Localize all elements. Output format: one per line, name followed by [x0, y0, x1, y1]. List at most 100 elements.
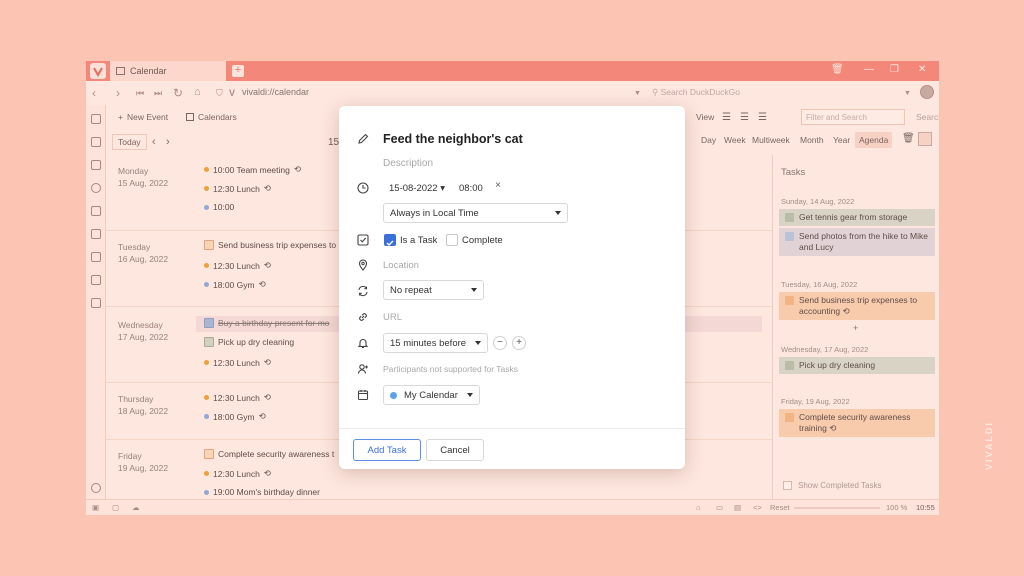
- home-icon[interactable]: ⌂: [194, 86, 201, 98]
- add-reminder-button[interactable]: +: [512, 336, 526, 350]
- task-item[interactable]: Buy a birthday present for mo: [204, 318, 330, 328]
- time-field[interactable]: 08:00: [459, 183, 483, 194]
- url-dropdown-icon[interactable]: ▼: [634, 90, 641, 97]
- maximize-button[interactable]: ❐: [890, 64, 899, 75]
- date-field[interactable]: 15-08-2022 ▾: [389, 183, 445, 194]
- add-task-button[interactable]: Add Task: [353, 439, 421, 461]
- tab-tiling-icon[interactable]: ▢: [112, 503, 119, 512]
- event-item[interactable]: 12:30 Lunch ⟲: [204, 260, 271, 271]
- rewind-icon[interactable]: ⏮: [136, 88, 144, 99]
- task-checkbox-checked[interactable]: [204, 318, 214, 328]
- code-icon[interactable]: <>: [753, 503, 762, 512]
- event-item[interactable]: 12:30 Lunch ⟲: [204, 357, 271, 368]
- translate-icon[interactable]: [91, 252, 101, 262]
- description-input[interactable]: Description: [383, 158, 433, 169]
- trash-icon[interactable]: 🗑: [831, 64, 844, 75]
- show-completed-toggle[interactable]: Show Completed Tasks: [783, 481, 881, 490]
- view-year[interactable]: Year: [833, 135, 850, 145]
- location-input[interactable]: Location: [383, 260, 419, 271]
- window-icon[interactable]: ▭: [716, 503, 723, 512]
- shield-icon[interactable]: ⛉: [216, 88, 223, 99]
- dense-view-icon[interactable]: ☰: [758, 109, 767, 125]
- view-week[interactable]: Week: [724, 135, 746, 145]
- timezone-select[interactable]: Always in Local Time: [383, 203, 568, 223]
- event-item[interactable]: 10:00: [204, 202, 234, 212]
- profile-avatar[interactable]: [920, 85, 934, 99]
- fast-forward-icon[interactable]: ⏭: [154, 88, 162, 99]
- cloud-sync-icon[interactable]: ☁: [132, 503, 140, 512]
- task-checkbox[interactable]: [785, 296, 794, 305]
- event-item[interactable]: 19:00 Mom's birthday dinner: [204, 487, 320, 497]
- forward-icon[interactable]: ›: [116, 86, 120, 100]
- task-title-input[interactable]: Feed the neighbor's cat: [383, 132, 523, 146]
- minimize-button[interactable]: —: [864, 64, 874, 75]
- next-icon[interactable]: ›: [166, 134, 170, 150]
- reminder-select[interactable]: 15 minutes before: [383, 333, 488, 353]
- back-icon[interactable]: ‹: [92, 86, 96, 100]
- event-item[interactable]: 18:00 Gym ⟲: [204, 411, 266, 422]
- calendars-button[interactable]: Calendars: [186, 109, 237, 125]
- bookmarks-icon[interactable]: [91, 114, 101, 124]
- calendar-select[interactable]: My Calendar: [383, 385, 480, 405]
- close-window-button[interactable]: ✕: [918, 64, 926, 75]
- reload-icon[interactable]: ↻: [173, 86, 183, 100]
- task-checkbox[interactable]: [785, 213, 794, 222]
- task-item[interactable]: Send business trip expenses to accountin…: [779, 292, 935, 320]
- task-item[interactable]: Pick up dry cleaning: [204, 337, 294, 347]
- event-item[interactable]: 12:30 Lunch ⟲: [204, 392, 271, 403]
- complete-checkbox[interactable]: [446, 234, 458, 246]
- zoom-slider[interactable]: [794, 507, 880, 509]
- event-item[interactable]: 18:00 Gym ⟲: [204, 279, 266, 290]
- history-icon[interactable]: [91, 183, 101, 193]
- url-field[interactable]: vivaldi://calendar: [242, 87, 309, 97]
- task-checkbox[interactable]: [204, 449, 214, 459]
- vivaldi-logo-icon[interactable]: [90, 63, 106, 79]
- task-checkbox[interactable]: [785, 232, 794, 241]
- cancel-button[interactable]: Cancel: [426, 439, 484, 461]
- panel-toggle-icon[interactable]: ▣: [92, 503, 99, 512]
- url-input[interactable]: URL: [383, 312, 402, 323]
- task-item[interactable]: Send business trip expenses to: [204, 240, 336, 250]
- zoom-reset-button[interactable]: Reset: [770, 503, 790, 512]
- notes-icon[interactable]: [91, 206, 101, 216]
- show-completed-checkbox[interactable]: [783, 481, 792, 490]
- previous-icon[interactable]: ‹: [152, 134, 156, 150]
- task-checkbox[interactable]: [204, 337, 214, 347]
- today-button[interactable]: Today: [112, 134, 147, 150]
- task-item[interactable]: Pick up dry cleaning: [779, 357, 935, 374]
- image-icon[interactable]: ▤: [734, 503, 741, 512]
- toggle-panel-icon[interactable]: [918, 132, 932, 146]
- downloads-icon[interactable]: [91, 160, 101, 170]
- filter-search-input[interactable]: Filter and Search: [801, 109, 905, 125]
- task-checkbox[interactable]: [785, 361, 794, 370]
- settings-gear-icon[interactable]: [91, 483, 101, 493]
- repeat-select[interactable]: No repeat: [383, 280, 484, 300]
- view-agenda[interactable]: Agenda: [855, 132, 893, 148]
- new-tab-button[interactable]: +: [232, 65, 244, 77]
- is-task-checkbox[interactable]: [384, 234, 396, 247]
- capture-icon[interactable]: ⌂: [696, 503, 701, 512]
- tab-calendar[interactable]: Calendar: [110, 61, 226, 81]
- task-item[interactable]: Send photos from the hike to Mike and Lu…: [779, 228, 935, 256]
- add-panel-icon[interactable]: [91, 298, 101, 308]
- delete-icon[interactable]: 🗑: [902, 133, 915, 144]
- calendar-panel-icon[interactable]: [91, 275, 101, 285]
- compact-view-icon[interactable]: ☰: [740, 109, 749, 125]
- search-dropdown-icon[interactable]: ▼: [904, 90, 911, 97]
- view-day[interactable]: Day: [701, 135, 716, 145]
- search-button[interactable]: Search: [916, 109, 939, 125]
- search-field[interactable]: ⚲ Search DuckDuckGo: [652, 87, 740, 98]
- task-item[interactable]: Get tennis gear from storage: [779, 209, 935, 226]
- remove-reminder-button[interactable]: −: [493, 336, 507, 350]
- event-item[interactable]: 12:30 Lunch ⟲: [204, 468, 271, 479]
- add-task-plus-icon[interactable]: +: [853, 323, 858, 333]
- event-item[interactable]: 12:30 Lunch ⟲: [204, 183, 271, 194]
- task-item[interactable]: Complete security awareness t: [204, 449, 334, 459]
- view-multiweek[interactable]: Multiweek: [752, 135, 790, 145]
- view-month[interactable]: Month: [800, 135, 824, 145]
- new-event-button[interactable]: + New Event: [118, 109, 168, 125]
- window-panel-icon[interactable]: [91, 229, 101, 239]
- task-checkbox[interactable]: [785, 413, 794, 422]
- reading-list-icon[interactable]: [91, 137, 101, 147]
- event-item[interactable]: 10:00 Team meeting ⟲: [204, 164, 301, 175]
